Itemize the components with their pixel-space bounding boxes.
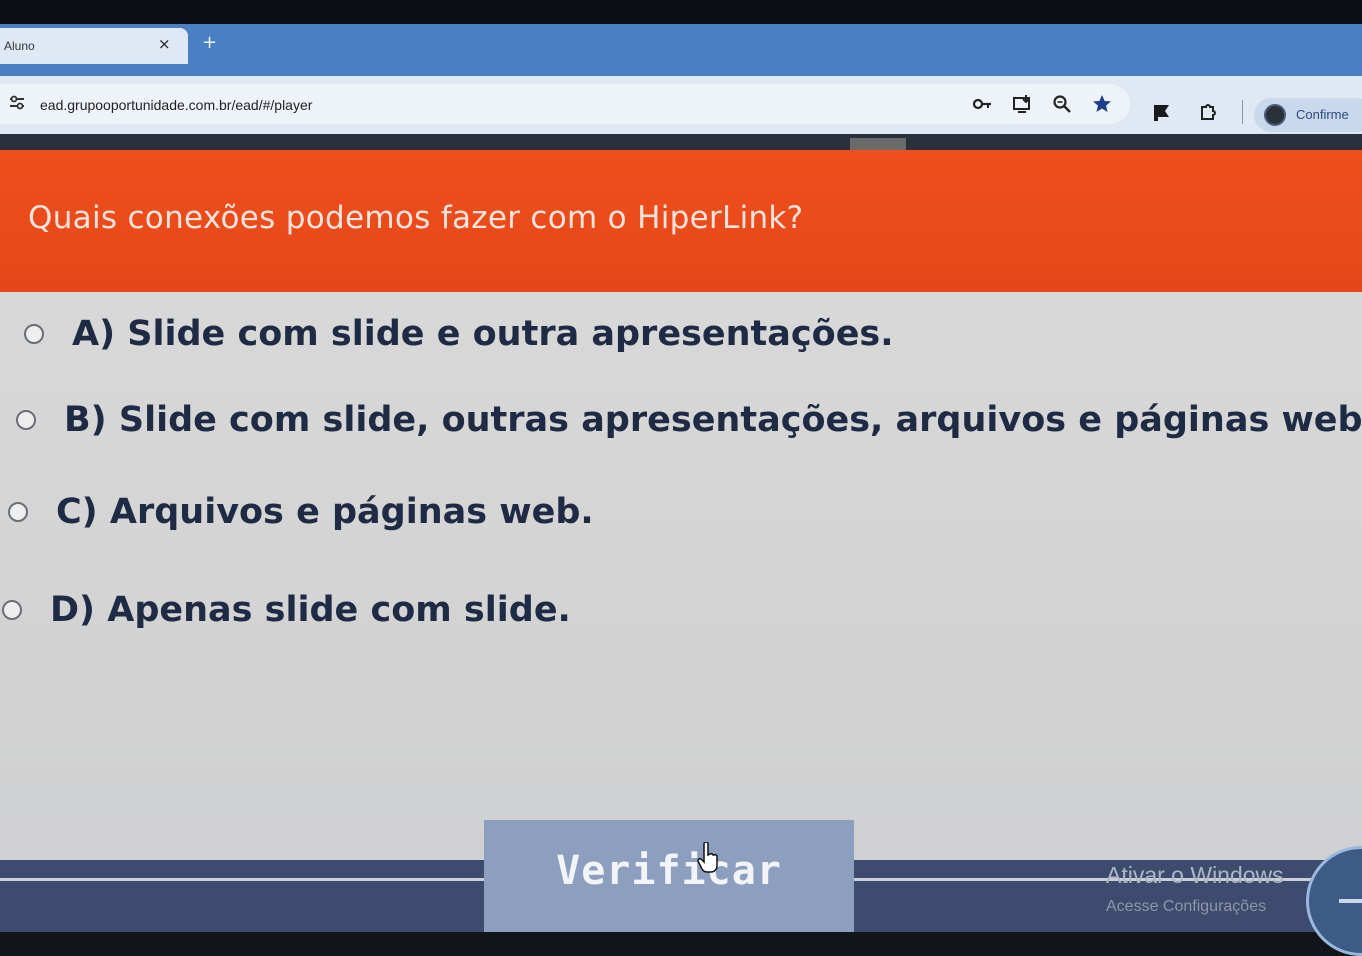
key-icon[interactable] <box>972 94 992 114</box>
option-d-letter: D) <box>50 590 96 630</box>
options-panel <box>0 292 1362 872</box>
verify-button-label: Verificar <box>556 848 782 894</box>
corner-widget-bar <box>1339 899 1362 903</box>
screen-bezel <box>0 0 1362 24</box>
radio-d[interactable] <box>2 600 22 620</box>
profile-confirm-label: Confirme <box>1296 107 1349 122</box>
option-b[interactable]: B) Slide com slide, outras apresentações… <box>16 400 1362 440</box>
windows-activation-subtitle: Acesse Configurações <box>1106 898 1267 915</box>
option-b-text: Slide com slide, outras apresentações, a… <box>118 400 1362 440</box>
option-d-text: Apenas slide com slide. <box>107 590 571 630</box>
hand-cursor-icon <box>697 842 718 873</box>
bookmark-star-icon[interactable] <box>1092 94 1112 114</box>
install-app-icon[interactable] <box>1012 94 1032 114</box>
option-a-letter: A) <box>72 314 116 354</box>
option-c-label: C) Arquivos e páginas web. <box>56 492 594 532</box>
option-a[interactable]: A) Slide com slide e outra apresentações… <box>24 314 894 354</box>
profile-confirm-button[interactable]: Confirme <box>1254 98 1362 132</box>
flag-extension-icon[interactable] <box>1152 102 1172 122</box>
extensions-puzzle-icon[interactable] <box>1198 102 1218 122</box>
option-a-label: A) Slide com slide e outra apresentações… <box>72 314 894 354</box>
option-c-text: Arquivos e páginas web. <box>109 492 594 532</box>
tab-close-icon[interactable]: × <box>158 35 171 53</box>
radio-a[interactable] <box>24 324 44 344</box>
question-text: Quais conexões podemos fazer com o Hiper… <box>28 200 804 236</box>
option-c[interactable]: C) Arquivos e páginas web. <box>8 492 594 532</box>
verify-button[interactable]: Verificar <box>484 820 854 932</box>
tab-title: Aluno <box>4 39 35 53</box>
url-text[interactable]: ead.grupooportunidade.com.br/ead/#/playe… <box>40 97 312 113</box>
tab-aluno[interactable]: Aluno × <box>0 28 188 64</box>
radio-c[interactable] <box>8 502 28 522</box>
question-bar: Quais conexões podemos fazer com o Hiper… <box>0 150 1362 298</box>
option-b-label: B) Slide com slide, outras apresentações… <box>64 400 1362 440</box>
option-d[interactable]: D) Apenas slide com slide. <box>2 590 571 630</box>
browser-toolbar: ead.grupooportunidade.com.br/ead/#/playe… <box>0 76 1362 134</box>
site-info-icon[interactable] <box>8 94 26 112</box>
option-b-letter: B) <box>64 400 107 440</box>
option-d-label: D) Apenas slide com slide. <box>50 590 571 630</box>
toolbar-separator <box>1242 100 1243 124</box>
tab-strip: Aluno × + <box>0 24 1362 76</box>
radio-b[interactable] <box>16 410 36 430</box>
option-a-text: Slide com slide e outra apresentações. <box>127 314 894 354</box>
option-c-letter: C) <box>56 492 98 532</box>
new-tab-button[interactable]: + <box>202 32 217 53</box>
zoom-icon[interactable] <box>1052 94 1072 114</box>
windows-activation-title: Ativar o Windows <box>1106 862 1284 888</box>
avatar-icon <box>1264 104 1286 126</box>
address-bar[interactable]: ead.grupooportunidade.com.br/ead/#/playe… <box>0 84 1130 124</box>
